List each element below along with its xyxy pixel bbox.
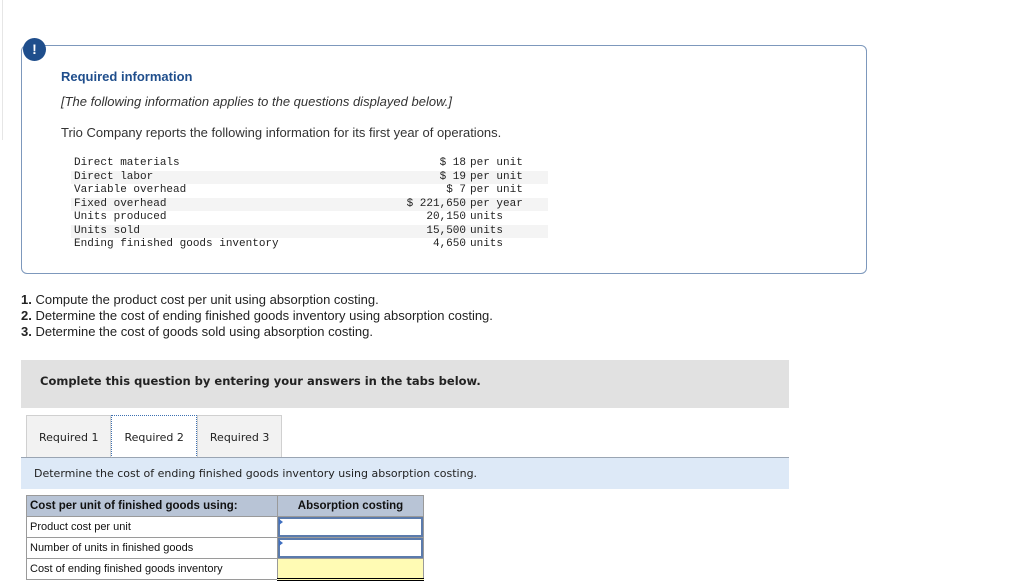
- question-number: 1.: [21, 292, 32, 307]
- fact-label: Direct materials: [74, 157, 180, 169]
- fact-unit: per unit: [470, 184, 523, 196]
- tab-prompt-text: Determine the cost of ending finished go…: [34, 467, 478, 480]
- facts-row: Variable overhead $ 7 per unit: [71, 184, 548, 198]
- tab-required-3[interactable]: Required 3: [196, 415, 283, 458]
- fact-label: Direct labor: [71, 170, 391, 184]
- tab-prompt-banner: Determine the cost of ending finished go…: [21, 458, 789, 489]
- fact-value: $ 7: [446, 184, 466, 196]
- fact-unit: per unit: [466, 170, 548, 184]
- question-item: 3. Determine the cost of goods sold usin…: [21, 324, 493, 340]
- fact-value: 15,500: [391, 224, 466, 238]
- answer-header-label: Cost per unit of finished goods using:: [26, 495, 278, 517]
- left-edge-divider: [0, 0, 3, 140]
- fact-unit: units: [466, 224, 548, 238]
- instruction-banner: Complete this question by entering your …: [21, 360, 789, 408]
- answer-row: Cost of ending finished goods inventory: [26, 558, 424, 581]
- exclamation-icon: !: [23, 38, 46, 61]
- answer-cell: [277, 516, 424, 538]
- facts-row: Units produced 20,150 units: [71, 211, 548, 225]
- input-marker-icon: [279, 519, 283, 525]
- facts-row: Fixed overhead $ 221,650 per year: [71, 197, 548, 211]
- ending-inventory-cost-total: [277, 558, 424, 581]
- fact-label: Units sold: [71, 224, 391, 238]
- question-number: 2.: [21, 308, 32, 323]
- answer-header-row: Cost per unit of finished goods using: A…: [26, 495, 424, 517]
- fact-unit: units: [470, 238, 504, 250]
- tab-required-1[interactable]: Required 1: [26, 415, 112, 458]
- facts-row: Units sold 15,500 units: [71, 224, 548, 238]
- tab-required-2[interactable]: Required 2: [111, 415, 197, 458]
- question-text: Determine the cost of ending finished go…: [31, 308, 493, 323]
- facts-row: Ending finished goods inventory 4,650 un…: [71, 238, 548, 252]
- question-item: 2. Determine the cost of ending finished…: [21, 308, 493, 324]
- instruction-text: Complete this question by entering your …: [40, 374, 481, 388]
- fact-value: 20,150: [426, 211, 466, 223]
- answer-cell: [277, 537, 424, 559]
- fact-value: $ 19: [391, 170, 466, 184]
- fact-value: $ 18: [439, 157, 466, 169]
- fact-label: Variable overhead: [74, 184, 187, 196]
- facts-table: Direct materials $ 18 per unit Direct la…: [71, 157, 548, 252]
- fact-label: Fixed overhead: [71, 197, 391, 211]
- answer-row-label: Cost of ending finished goods inventory: [26, 558, 278, 580]
- fact-unit: per unit: [470, 157, 523, 169]
- info-note: [The following information applies to th…: [61, 94, 452, 109]
- question-text: Determine the cost of goods sold using a…: [31, 324, 373, 339]
- units-in-finished-goods-input[interactable]: [278, 538, 423, 558]
- input-marker-icon: [279, 540, 283, 546]
- answer-table: Cost per unit of finished goods using: A…: [26, 495, 424, 581]
- question-number: 3.: [21, 324, 32, 339]
- fact-unit: per year: [466, 197, 548, 211]
- answer-row: Product cost per unit: [26, 516, 424, 538]
- facts-row: Direct materials $ 18 per unit: [71, 157, 548, 171]
- fact-label: Units produced: [74, 211, 167, 223]
- fact-label: Ending finished goods inventory: [74, 238, 279, 250]
- answer-row-label: Product cost per unit: [26, 516, 278, 538]
- facts-row: Direct labor $ 19 per unit: [71, 170, 548, 184]
- tab-bar: Required 1 Required 2 Required 3: [26, 415, 283, 458]
- fact-unit: units: [470, 211, 504, 223]
- info-title: Required information: [61, 69, 193, 84]
- question-item: 1. Compute the product cost per unit usi…: [21, 292, 493, 308]
- info-intro: Trio Company reports the following infor…: [61, 125, 502, 140]
- required-information-box: Required information [The following info…: [21, 45, 867, 274]
- answer-header-absorption: Absorption costing: [277, 495, 424, 517]
- product-cost-per-unit-input[interactable]: [278, 517, 423, 537]
- question-text: Compute the product cost per unit using …: [31, 292, 379, 307]
- fact-value: $ 221,650: [391, 197, 466, 211]
- answer-row: Number of units in finished goods: [26, 537, 424, 559]
- answer-row-label: Number of units in finished goods: [26, 537, 278, 559]
- fact-value: 4,650: [432, 238, 466, 250]
- question-list: 1. Compute the product cost per unit usi…: [21, 292, 493, 340]
